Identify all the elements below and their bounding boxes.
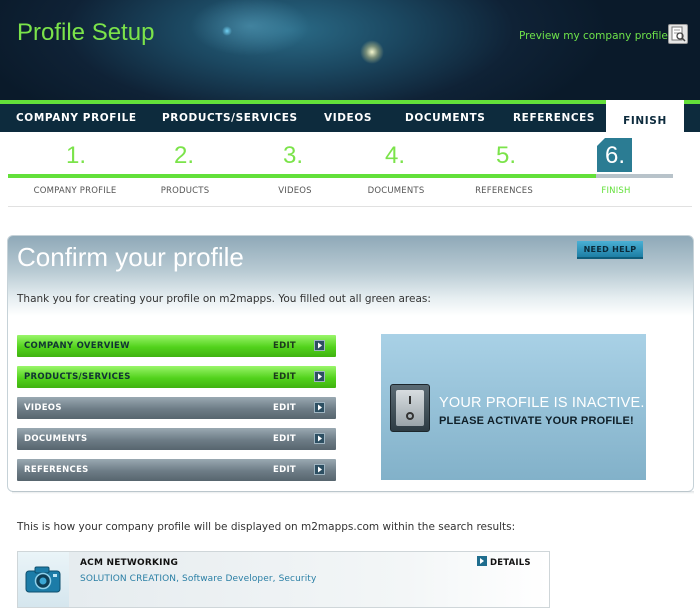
section-label: VIDEOS [24, 403, 62, 413]
section-label: PRODUCTS/SERVICES [24, 372, 131, 382]
result-company-name[interactable]: ACM NETWORKING [80, 558, 178, 568]
panel-title: Confirm your profile [17, 242, 244, 272]
details-button[interactable]: DETAILS [477, 556, 531, 568]
steps-progress-remaining [596, 174, 673, 178]
step-number-4: 4. [385, 142, 406, 169]
profile-status-box: YOUR PROFILE IS INACTIVE. PLEASE ACTIVAT… [381, 334, 646, 480]
status-inactive-text: YOUR PROFILE IS INACTIVE. [439, 395, 645, 411]
section-references[interactable]: REFERENCES EDIT [17, 459, 336, 481]
steps-progress-bar [8, 174, 596, 178]
confirm-profile-panel: Confirm your profile NEED HELP Thank you… [7, 235, 694, 492]
result-secondary-tags[interactable]: , Software Developer, Security [176, 574, 316, 584]
nav-videos[interactable]: VIDEOS [324, 104, 372, 132]
section-label: COMPANY OVERVIEW [24, 341, 130, 351]
main-nav: COMPANY PROFILE PRODUCTS/SERVICES VIDEOS… [0, 100, 700, 132]
section-label: REFERENCES [24, 465, 89, 475]
section-company-overview[interactable]: COMPANY OVERVIEW EDIT [17, 335, 336, 357]
page-title: Profile Setup [17, 19, 155, 46]
step-number-1: 1. [66, 142, 87, 169]
nav-references[interactable]: REFERENCES [513, 104, 595, 132]
need-help-button[interactable]: NEED HELP [577, 241, 643, 259]
power-switch-icon[interactable] [390, 384, 430, 432]
edit-link[interactable]: EDIT [273, 397, 296, 419]
preview-profile-link[interactable]: Preview my company profile [519, 30, 668, 42]
document-preview-icon[interactable] [668, 24, 688, 44]
step-label-6[interactable]: FINISH [590, 186, 642, 196]
step-label-5[interactable]: REFERENCES [468, 186, 540, 196]
step-number-3: 3. [283, 142, 304, 169]
section-videos[interactable]: VIDEOS EDIT [17, 397, 336, 419]
search-result-card: ACM NETWORKING DETAILS SOLUTION CREATION… [17, 551, 550, 608]
step-label-3[interactable]: VIDEOS [265, 186, 325, 196]
arrow-right-icon[interactable] [314, 340, 325, 351]
section-products-services[interactable]: PRODUCTS/SERVICES EDIT [17, 366, 336, 388]
nav-finish[interactable]: FINISH [606, 100, 684, 132]
edit-link[interactable]: EDIT [273, 428, 296, 450]
edit-link[interactable]: EDIT [273, 366, 296, 388]
camera-icon [25, 566, 61, 593]
step-number-2: 2. [174, 142, 195, 169]
panel-intro-text: Thank you for creating your profile on m… [17, 293, 431, 305]
section-label: DOCUMENTS [24, 434, 88, 444]
edit-link[interactable]: EDIT [273, 335, 296, 357]
section-documents[interactable]: DOCUMENTS EDIT [17, 428, 336, 450]
step-number-5: 5. [496, 142, 517, 169]
step-label-1[interactable]: COMPANY PROFILE [25, 186, 125, 196]
result-primary-tag[interactable]: SOLUTION CREATION [80, 574, 176, 584]
details-label: DETAILS [490, 558, 531, 568]
company-logo [18, 552, 69, 607]
nav-products-services[interactable]: PRODUCTS/SERVICES [162, 104, 298, 132]
nav-documents[interactable]: DOCUMENTS [405, 104, 485, 132]
result-tags: SOLUTION CREATION, Software Developer, S… [80, 574, 316, 584]
search-preview-intro: This is how your company profile will be… [17, 521, 516, 533]
page-header: Profile Setup Preview my company profile [0, 0, 700, 102]
arrow-right-icon[interactable] [314, 464, 325, 475]
edit-link[interactable]: EDIT [273, 459, 296, 481]
step-number-6: 6. [605, 142, 626, 169]
steps-divider [8, 206, 692, 207]
nav-company-profile[interactable]: COMPANY PROFILE [16, 104, 137, 132]
arrow-right-icon[interactable] [314, 433, 325, 444]
arrow-right-icon[interactable] [314, 371, 325, 382]
arrow-right-icon[interactable] [314, 402, 325, 413]
arrow-right-icon [477, 556, 487, 566]
step-label-4[interactable]: DOCUMENTS [360, 186, 432, 196]
status-activate-text: PLEASE ACTIVATE YOUR PROFILE! [439, 415, 634, 427]
step-label-2[interactable]: PRODUCTS [145, 186, 225, 196]
